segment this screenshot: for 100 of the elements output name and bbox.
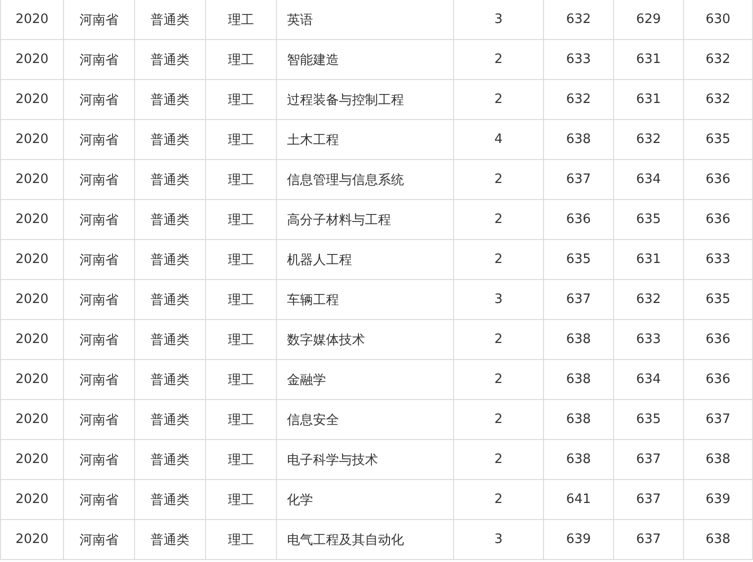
- table-cell: 普通类: [134, 320, 206, 360]
- table-cell: 车辆工程: [276, 280, 454, 320]
- table-cell: 河南省: [64, 400, 134, 440]
- table-cell: 河南省: [64, 280, 134, 320]
- table-cell: 637: [544, 280, 614, 320]
- table-cell: 河南省: [64, 40, 134, 80]
- table-cell: 639: [544, 520, 614, 560]
- table-cell: 河南省: [64, 440, 134, 480]
- table-cell: 普通类: [134, 0, 206, 40]
- table-cell: 3: [454, 520, 544, 560]
- table-cell: 普通类: [134, 480, 206, 520]
- table-cell: 理工: [206, 160, 276, 200]
- table-cell: 2020: [0, 280, 64, 320]
- table-cell: 635: [614, 200, 684, 240]
- table-cell: 理工: [206, 360, 276, 400]
- table-cell: 河南省: [64, 200, 134, 240]
- table-cell: 普通类: [134, 520, 206, 560]
- table-cell: 河南省: [64, 160, 134, 200]
- table-cell: 641: [544, 480, 614, 520]
- table-cell: 理工: [206, 0, 276, 40]
- table-cell: 631: [614, 80, 684, 120]
- table-cell: 633: [544, 40, 614, 80]
- table-cell: 2020: [0, 440, 64, 480]
- table-cell: 理工: [206, 120, 276, 160]
- table-cell: 631: [614, 40, 684, 80]
- table-cell: 2: [454, 160, 544, 200]
- table-cell: 化学: [276, 480, 454, 520]
- table-cell: 636: [684, 360, 752, 400]
- table-cell: 2: [454, 200, 544, 240]
- table-cell: 635: [614, 400, 684, 440]
- table-cell: 638: [544, 440, 614, 480]
- table-cell: 河南省: [64, 480, 134, 520]
- table-cell: 2020: [0, 240, 64, 280]
- table-cell: 3: [454, 280, 544, 320]
- table-cell: 2: [454, 40, 544, 80]
- table-cell: 4: [454, 120, 544, 160]
- table-cell: 634: [614, 360, 684, 400]
- table-cell: 2020: [0, 360, 64, 400]
- table-cell: 630: [684, 0, 752, 40]
- table-cell: 2020: [0, 40, 64, 80]
- table-cell: 2: [454, 440, 544, 480]
- table-cell: 英语: [276, 0, 454, 40]
- table-cell: 635: [684, 280, 752, 320]
- table-cell: 637: [614, 440, 684, 480]
- table-cell: 电气工程及其自动化: [276, 520, 454, 560]
- table-cell: 普通类: [134, 240, 206, 280]
- table-cell: 632: [544, 0, 614, 40]
- table-cell: 普通类: [134, 440, 206, 480]
- table-cell: 637: [684, 400, 752, 440]
- table-cell: 金融学: [276, 360, 454, 400]
- table-cell: 电子科学与技术: [276, 440, 454, 480]
- table-cell: 2: [454, 360, 544, 400]
- table-cell: 637: [614, 480, 684, 520]
- table-cell: 普通类: [134, 40, 206, 80]
- table-cell: 634: [614, 160, 684, 200]
- table-cell: 理工: [206, 200, 276, 240]
- table-cell: 理工: [206, 440, 276, 480]
- table-cell: 普通类: [134, 400, 206, 440]
- table-cell: 2020: [0, 520, 64, 560]
- table-cell: 2020: [0, 200, 64, 240]
- table-cell: 631: [614, 240, 684, 280]
- table-cell: 632: [544, 80, 614, 120]
- table-cell: 636: [684, 200, 752, 240]
- table-cell: 河南省: [64, 360, 134, 400]
- table-cell: 普通类: [134, 200, 206, 240]
- table-cell: 理工: [206, 320, 276, 360]
- table-cell: 2020: [0, 120, 64, 160]
- table-cell: 3: [454, 0, 544, 40]
- table-cell: 2020: [0, 320, 64, 360]
- table-cell: 普通类: [134, 280, 206, 320]
- table-cell: 2020: [0, 80, 64, 120]
- table-cell: 智能建造: [276, 40, 454, 80]
- table-cell: 理工: [206, 400, 276, 440]
- table-cell: 2: [454, 480, 544, 520]
- table-cell: 638: [544, 360, 614, 400]
- table-cell: 638: [544, 320, 614, 360]
- table-cell: 理工: [206, 240, 276, 280]
- table-cell: 过程装备与控制工程: [276, 80, 454, 120]
- table-cell: 2: [454, 240, 544, 280]
- table-cell: 河南省: [64, 240, 134, 280]
- table-cell: 河南省: [64, 520, 134, 560]
- table-cell: 河南省: [64, 120, 134, 160]
- table-cell: 635: [544, 240, 614, 280]
- table-cell: 数字媒体技术: [276, 320, 454, 360]
- table-cell: 河南省: [64, 0, 134, 40]
- table-cell: 河南省: [64, 80, 134, 120]
- table-cell: 2020: [0, 160, 64, 200]
- table-cell: 633: [684, 240, 752, 280]
- table-cell: 629: [614, 0, 684, 40]
- table-cell: 理工: [206, 520, 276, 560]
- table-cell: 信息安全: [276, 400, 454, 440]
- table-cell: 理工: [206, 80, 276, 120]
- table-cell: 普通类: [134, 160, 206, 200]
- table-cell: 普通类: [134, 360, 206, 400]
- table-cell: 理工: [206, 480, 276, 520]
- table-cell: 632: [614, 280, 684, 320]
- table-cell: 638: [544, 120, 614, 160]
- table-cell: 639: [684, 480, 752, 520]
- table-cell: 632: [684, 80, 752, 120]
- table-cell: 635: [684, 120, 752, 160]
